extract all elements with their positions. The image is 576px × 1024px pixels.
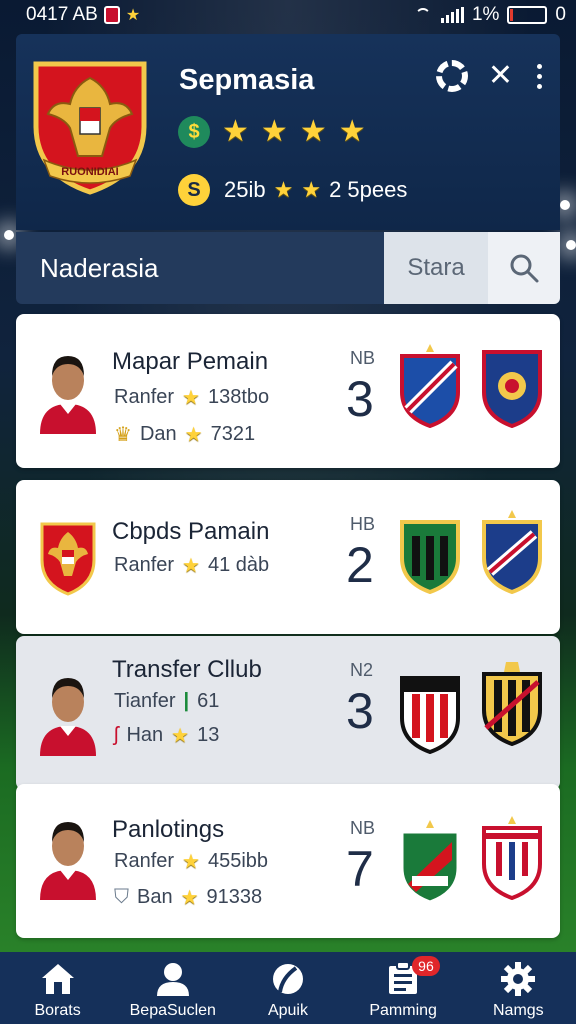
whistle-icon: ʃ bbox=[114, 724, 119, 746]
battery-suffix: 0 bbox=[555, 4, 566, 25]
club-badge-icon bbox=[400, 676, 460, 754]
player-avatar bbox=[40, 678, 96, 756]
signal-icon bbox=[440, 7, 464, 23]
club-crest-icon bbox=[40, 522, 96, 596]
list-item[interactable]: Mapar Pemain Ranfer ★ 138tbo ♛ Dan ★ 732… bbox=[16, 314, 560, 468]
star-icon: ★ bbox=[182, 386, 200, 409]
search-button[interactable] bbox=[488, 232, 560, 304]
meta-value: 25ib bbox=[224, 177, 266, 202]
player-avatar bbox=[40, 356, 96, 434]
club-badge-icon bbox=[482, 510, 542, 594]
rank-number: 7 bbox=[346, 841, 374, 897]
star-icon: ★ bbox=[184, 423, 203, 446]
rank-code: NB bbox=[350, 818, 376, 838]
star-icon: ★ bbox=[180, 886, 199, 909]
nav-item-match[interactable]: Apuik bbox=[233, 952, 343, 1020]
club-badge-icon bbox=[400, 520, 460, 594]
card-line: Ranfer ★ 138tbo bbox=[114, 386, 270, 409]
team-meta: S 25ib ★ ★ 2 5pees bbox=[178, 174, 407, 206]
list-item[interactable]: Transfer Cllub Tianfer | 61 ʃ Han ★ 13 N… bbox=[16, 636, 560, 790]
search-icon bbox=[510, 254, 539, 283]
ball-icon bbox=[272, 964, 303, 994]
person-icon bbox=[156, 963, 189, 996]
club-badge-icon bbox=[400, 344, 460, 428]
search-label: Naderasia bbox=[40, 252, 159, 283]
rank-code: HB bbox=[350, 514, 376, 534]
card-title: Cbpds Pamain bbox=[112, 518, 270, 545]
nav-label: Namgs bbox=[493, 1002, 544, 1019]
shield-icon: ⛉ bbox=[114, 886, 129, 908]
crown-icon: ♛ bbox=[114, 424, 132, 446]
wifi-icon bbox=[413, 8, 433, 22]
card-line: Ranfer ★ 455ibb bbox=[114, 850, 269, 873]
star-icon: ★ bbox=[301, 177, 322, 202]
battery-icon bbox=[507, 6, 548, 24]
nav-item-planning[interactable]: 96 Pamming bbox=[348, 952, 458, 1020]
list-item[interactable]: Cbpds Pamain Ranfer ★ 41 dàb HB 2 bbox=[16, 480, 560, 634]
rank-number: 3 bbox=[346, 371, 374, 427]
card-line: Tianfer | 61 bbox=[114, 690, 220, 712]
list-item[interactable]: Panlotings Ranfer ★ 455ibb ⛉ Ban ★ 91338… bbox=[16, 784, 560, 938]
home-icon bbox=[41, 964, 74, 994]
notification-badge: 96 bbox=[412, 956, 440, 976]
nav-label: Pamming bbox=[369, 1002, 437, 1019]
svg-text:RUONIDIAI: RUONIDIAI bbox=[61, 166, 118, 178]
close-icon[interactable]: ✕ bbox=[488, 61, 513, 91]
nav-item-settings[interactable]: Namgs bbox=[463, 952, 573, 1020]
rank-number: 2 bbox=[346, 537, 374, 593]
meta-count: 2 5pees bbox=[329, 177, 408, 202]
star-icon: ★ bbox=[171, 724, 190, 747]
flag-icon: | bbox=[183, 690, 190, 712]
battery-percent: 1% bbox=[471, 4, 500, 25]
nav-item-home[interactable]: Borats bbox=[3, 952, 113, 1020]
nav-label: Apuik bbox=[267, 1002, 308, 1019]
card-title: Mapar Pemain bbox=[112, 348, 269, 375]
settings-ring-button[interactable] bbox=[435, 60, 468, 92]
club-badge-icon bbox=[482, 350, 542, 428]
more-options-icon[interactable] bbox=[533, 63, 546, 89]
bottom-navigation: Borats BepaSuclen Apuik 96 Pamming Namgs bbox=[0, 952, 576, 1024]
rating-star-icon: ★ bbox=[222, 115, 249, 148]
search-bar: Naderasia Stara bbox=[16, 232, 560, 304]
nav-label: BepaSuclen bbox=[129, 1002, 216, 1019]
star-icon: ★ bbox=[182, 554, 200, 577]
rating-star-icon: ★ bbox=[260, 115, 288, 148]
gold-coin-icon: S bbox=[178, 174, 210, 206]
status-bar: 0417 AB ★ 1% 0 bbox=[0, 0, 576, 30]
star-icon: ★ bbox=[273, 177, 294, 202]
team-crest-icon: RUONIDIAI bbox=[33, 61, 147, 195]
club-badge-icon bbox=[400, 820, 460, 904]
star-notification-icon: ★ bbox=[125, 7, 141, 24]
team-header: RUONIDIAI Sepmasia ✕ $ ★ ★ ★ ★ S 25ib ★ … bbox=[16, 34, 560, 230]
card-title: Panlotings bbox=[112, 816, 225, 843]
team-name: Sepmasia bbox=[179, 64, 315, 96]
card-line: ʃ Han ★ 13 bbox=[114, 724, 220, 747]
status-time: 0417 AB bbox=[26, 4, 98, 25]
card-line: Ranfer ★ 41 dàb bbox=[114, 554, 270, 577]
rank-code: NB bbox=[350, 348, 376, 368]
club-badge-icon bbox=[482, 662, 542, 746]
rank-code: N2 bbox=[350, 660, 374, 680]
rank-number: 3 bbox=[346, 683, 374, 739]
star-icon: ★ bbox=[182, 850, 200, 873]
rating-star-icon: ★ bbox=[299, 115, 327, 148]
team-rating: $ ★ ★ ★ ★ bbox=[178, 116, 366, 148]
app-notification-icon bbox=[103, 6, 120, 24]
nav-label: Borats bbox=[34, 1002, 81, 1019]
nav-item-player[interactable]: BepaSuclen bbox=[118, 952, 228, 1020]
gear-icon bbox=[501, 962, 536, 996]
search-input[interactable]: Stara bbox=[384, 232, 488, 304]
card-line: ♛ Dan ★ 7321 bbox=[114, 423, 256, 446]
club-badge-icon bbox=[482, 816, 542, 900]
green-coin-icon: $ bbox=[178, 116, 210, 148]
card-title: Transfer Cllub bbox=[112, 656, 262, 683]
card-line: ⛉ Ban ★ 91338 bbox=[114, 886, 263, 909]
rating-star-icon: ★ bbox=[338, 115, 366, 148]
player-avatar bbox=[40, 822, 96, 900]
